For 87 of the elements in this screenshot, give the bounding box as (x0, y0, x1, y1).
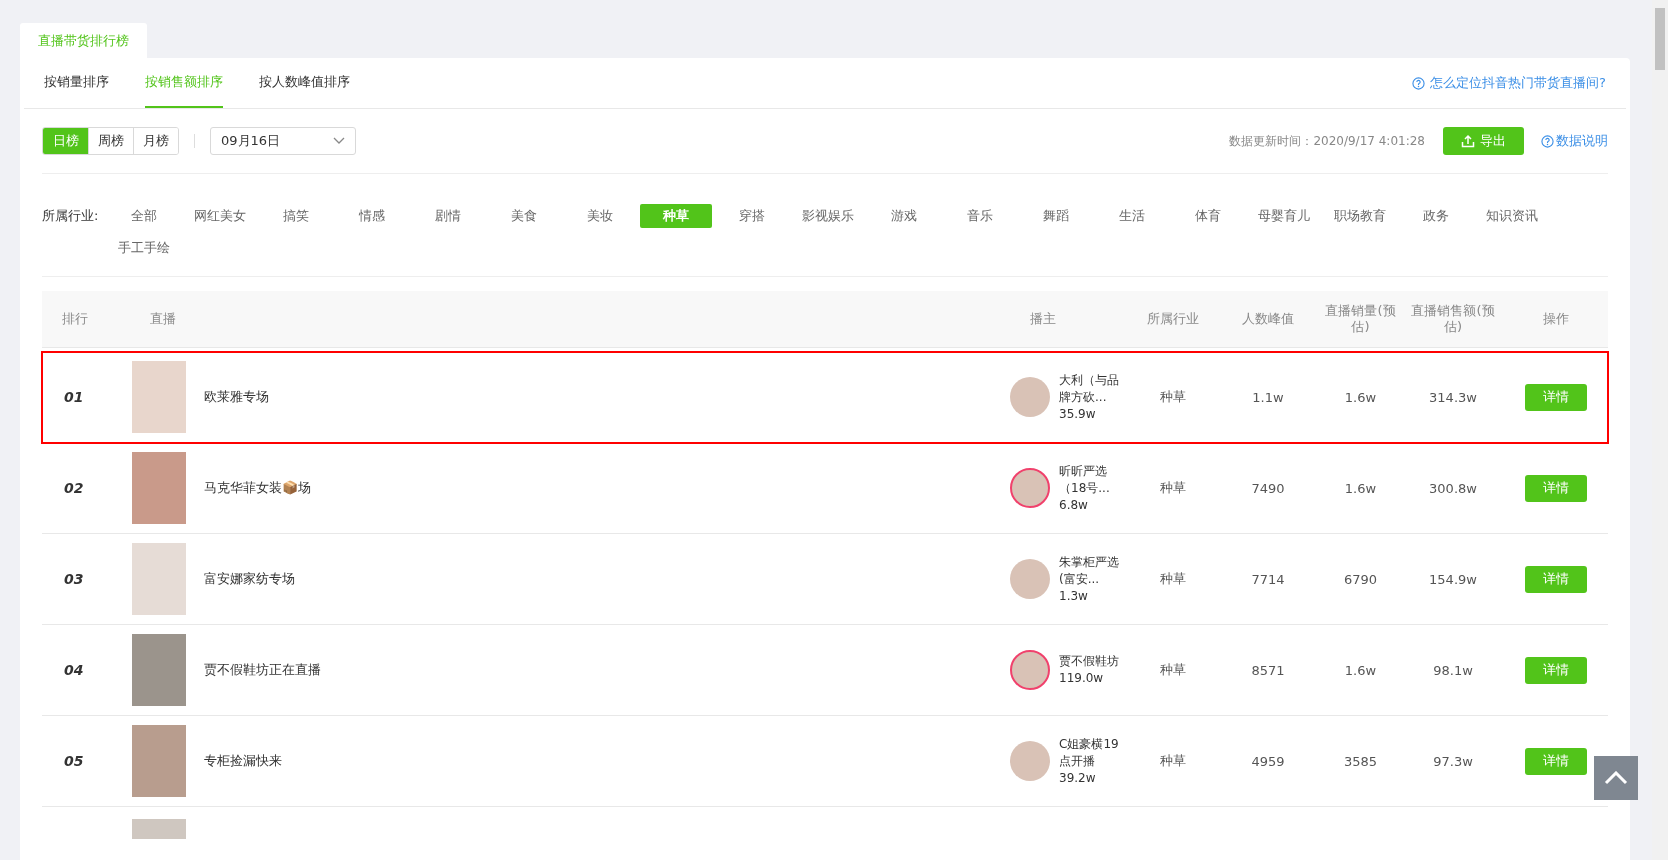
rank-number: 02 (63, 480, 85, 496)
volume-cell-text: 1.6w (1343, 480, 1378, 496)
period-tab[interactable]: 月榜 (133, 128, 178, 154)
data-note-link[interactable]: 数据说明 (1541, 132, 1608, 150)
column-header: 直播销量(预估) (1324, 303, 1397, 335)
scrollbar[interactable] (1652, 0, 1668, 860)
industry-filter[interactable]: 情感 (336, 204, 408, 228)
industry-filter[interactable]: 音乐 (944, 204, 1016, 228)
chevron-up-icon (1604, 771, 1628, 785)
fans-count: 35.9w (1059, 405, 1097, 423)
anchor-name: 昕昕严选（18号... (1059, 462, 1111, 497)
sort-tab[interactable]: 按销量排序 (44, 58, 109, 108)
industry-filter[interactable]: 手工手绘 (108, 236, 180, 260)
live-title: 马克华菲女装📦场 (204, 479, 311, 497)
sort-tab[interactable]: 按人数峰值排序 (259, 58, 350, 108)
industry-cell-text: 种草 (1159, 388, 1187, 406)
date-select[interactable]: 09月16日 (210, 127, 356, 155)
industry-filter[interactable]: 网红美女 (184, 204, 256, 228)
industry-label: 所属行业: (42, 207, 100, 225)
chevron-down-icon (333, 137, 345, 145)
live-title: 富安娜家纺专场 (204, 570, 295, 588)
industry-cell-text: 种草 (1159, 479, 1187, 497)
back-to-top-button[interactable] (1594, 756, 1638, 800)
live-title: 欧莱雅专场 (204, 388, 269, 406)
industry-cell-text: 种草 (1159, 570, 1187, 588)
industry-filter[interactable]: 舞蹈 (1020, 204, 1092, 228)
live-title: 专柜捡漏快来 (204, 752, 282, 770)
amount-cell-text: 98.1w (1432, 662, 1474, 678)
column-header: 所属行业 (1146, 311, 1200, 327)
industry-filter[interactable]: 体育 (1172, 204, 1244, 228)
industry-filter[interactable]: 职场教育 (1324, 204, 1396, 228)
photo-placeholder (132, 543, 186, 615)
amount-cell-text: 300.8w (1428, 480, 1478, 496)
column-header: 排行 (61, 311, 89, 327)
industry-filter[interactable]: 游戏 (868, 204, 940, 228)
volume-cell-text: 1.6w (1343, 662, 1378, 678)
peak-cell-text: 8571 (1250, 662, 1286, 678)
peak-cell-text: 1.1w (1251, 389, 1285, 405)
industry-filter[interactable]: 美妆 (564, 204, 636, 228)
anchor-name: 朱掌柜严选(富安... (1059, 553, 1119, 588)
amount-cell-text: 154.9w (1428, 571, 1478, 587)
peak-cell-text: 7714 (1250, 571, 1286, 587)
industry-filter[interactable]: 生活 (1096, 204, 1168, 228)
industry-filter[interactable]: 搞笑 (260, 204, 332, 228)
industry-filter[interactable]: 母婴育儿 (1248, 204, 1320, 228)
industry-filter[interactable]: 美食 (488, 204, 560, 228)
volume-cell-text: 1.6w (1343, 389, 1378, 405)
help-link[interactable]: 怎么定位抖音热门带货直播间? (1412, 74, 1606, 92)
help-icon (1412, 76, 1426, 90)
industry-cell-text: 种草 (1159, 661, 1187, 679)
update-time: 数据更新时间：2020/9/17 4:01:28 (1229, 132, 1425, 150)
anchor-name: 贾不假鞋坊 (1059, 653, 1119, 670)
column-header: 人数峰值 (1241, 311, 1295, 327)
amount-cell-text: 314.3w (1428, 389, 1478, 405)
volume-cell-text: 6790 (1342, 571, 1379, 587)
column-header: 直播 (149, 311, 177, 327)
peak-cell-text: 4959 (1250, 753, 1286, 769)
fans-count: 119.0w (1059, 670, 1105, 687)
photo-placeholder (132, 634, 186, 706)
volume-cell-text: 3585 (1342, 753, 1379, 769)
live-title: 贾不假鞋坊正在直播 (204, 661, 321, 679)
fans-count: 39.2w (1059, 769, 1097, 787)
rank-number: 04 (63, 662, 85, 678)
anchor-name: C姐豪横19点开播 (1059, 735, 1119, 770)
industry-filter[interactable]: 剧情 (412, 204, 484, 228)
industry-filter[interactable]: 全部 (108, 204, 180, 228)
amount-cell-text: 97.3w (1432, 753, 1474, 769)
industry-cell-text: 种草 (1159, 752, 1187, 770)
rank-number: 01 (63, 389, 85, 405)
photo-placeholder (132, 452, 186, 524)
help-icon (1541, 134, 1554, 148)
column-header: 播主 (1029, 311, 1057, 327)
anchor-name: 大利（与品牌方砍... (1059, 371, 1119, 406)
industry-filter[interactable]: 政务 (1400, 204, 1472, 228)
column-header: 直播销售额(预估) (1410, 303, 1496, 335)
upload-icon (1461, 134, 1475, 148)
photo-placeholder (132, 361, 186, 433)
rank-number: 05 (63, 753, 85, 769)
fans-count: 1.3w (1059, 587, 1089, 605)
rank-number: 03 (63, 571, 85, 587)
industry-filter[interactable]: 影视娱乐 (792, 204, 864, 228)
fans-count: 6.8w (1059, 496, 1089, 514)
industry-filter[interactable]: 穿搭 (716, 204, 788, 228)
industry-filter[interactable]: 知识资讯 (1476, 204, 1548, 228)
column-header: 操作 (1541, 311, 1570, 327)
photo-placeholder (132, 725, 186, 797)
peak-cell-text: 7490 (1250, 480, 1286, 496)
